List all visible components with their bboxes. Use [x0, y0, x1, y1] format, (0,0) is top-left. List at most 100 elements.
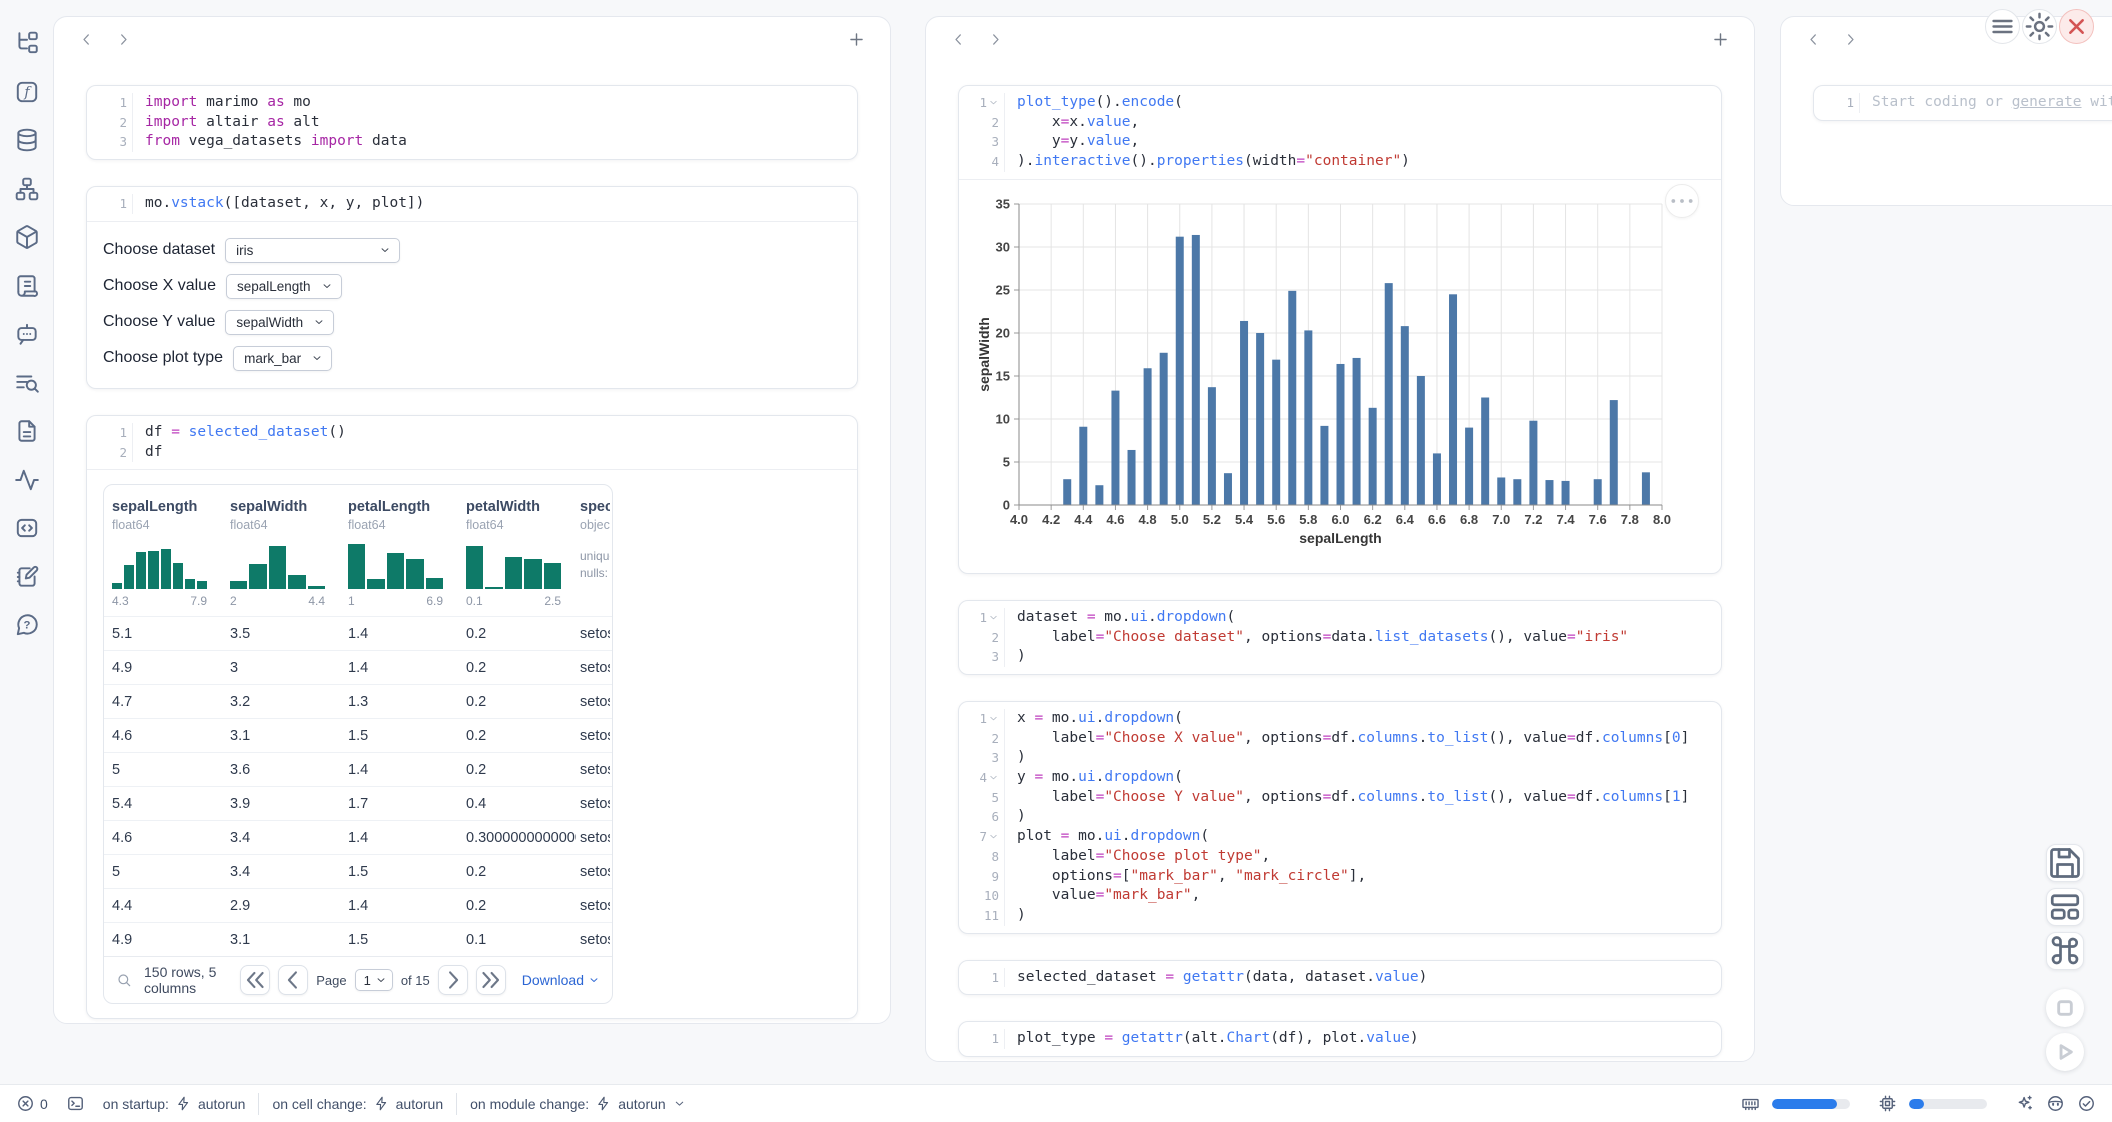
table-row[interactable]: 4.93.11.50.1setosa	[104, 922, 612, 956]
layout-icon[interactable]	[2046, 888, 2084, 926]
code-square-icon[interactable]	[14, 515, 40, 541]
last-page-button[interactable]	[476, 965, 506, 995]
autorun-settings: on startup:autorun on cell change:autorun…	[103, 1093, 686, 1115]
memory-icon	[1741, 1094, 1760, 1113]
stop-icon[interactable]	[2046, 989, 2084, 1027]
fold-chevron-icon[interactable]	[988, 831, 999, 842]
table-column-header[interactable]: petalLengthfloat6416.9	[340, 499, 458, 608]
chevron-left-icon[interactable]	[1805, 31, 1822, 48]
chevron-right-icon[interactable]	[115, 31, 132, 48]
table-row[interactable]: 4.63.41.40.3000000000000004setosa	[104, 820, 612, 854]
zap-icon	[176, 1096, 191, 1111]
table-row[interactable]: 4.73.21.30.2setosa	[104, 684, 612, 718]
fold-chevron-icon[interactable]	[988, 612, 999, 623]
dropdown-select[interactable]: mark_bar	[233, 346, 332, 371]
code-editor[interactable]: 1 Start coding or generate with AI.	[1814, 86, 2112, 120]
histogram-bar	[367, 579, 384, 589]
dropdown-select[interactable]: sepalLength	[226, 274, 342, 299]
activity-icon[interactable]	[14, 467, 40, 493]
connection-status-icon[interactable]	[2077, 1094, 2096, 1113]
column-histogram	[112, 541, 207, 589]
table-row[interactable]: 53.41.50.2setosa	[104, 854, 612, 888]
table-cell: setosa	[576, 932, 610, 948]
table-row[interactable]: 5.43.91.70.4setosa	[104, 786, 612, 820]
table-column-header[interactable]: sepalWidthfloat6424.4	[222, 499, 340, 608]
scroll-icon[interactable]	[14, 273, 40, 299]
chart-menu-icon[interactable]	[1665, 184, 1699, 218]
altair-bar-chart[interactable]: 4.04.24.44.64.85.05.25.45.65.86.06.26.46…	[967, 192, 1721, 565]
code-editor[interactable]: 1dataset = mo.ui.dropdown(2 label="Choos…	[959, 601, 1721, 674]
code-editor[interactable]: 1plot_type().encode(2 x=x.value,3 y=y.va…	[959, 86, 1721, 179]
table-cell: 5	[104, 762, 222, 778]
first-page-button[interactable]	[240, 965, 270, 995]
histogram-bar	[230, 581, 247, 589]
fold-chevron-icon[interactable]	[988, 97, 999, 108]
notebook-pen-icon[interactable]	[14, 564, 40, 590]
file-text-icon[interactable]	[14, 418, 40, 444]
close-icon[interactable]	[2059, 9, 2094, 44]
errors-icon[interactable]	[16, 1094, 35, 1113]
code-editor[interactable]: 1import marimo as mo2import altair as al…	[87, 86, 857, 159]
code-text: value="mark_bar",	[1005, 886, 1200, 906]
histogram-bar	[161, 549, 171, 589]
help-icon[interactable]: ?	[14, 612, 40, 638]
prev-page-button[interactable]	[278, 965, 308, 995]
page-select[interactable]: 1	[355, 969, 393, 991]
code-text: from vega_datasets import data	[133, 132, 407, 152]
gear-icon[interactable]	[2022, 9, 2057, 44]
fold-chevron-icon[interactable]	[988, 772, 999, 783]
chevron-right-icon[interactable]	[1842, 31, 1859, 48]
autorun-setting[interactable]: on module change:autorun	[470, 1096, 686, 1112]
code-editor[interactable]: 1x = mo.ui.dropdown(2 label="Choose X va…	[959, 702, 1721, 933]
code-editor[interactable]: 1selected_dataset = getattr(data, datase…	[959, 961, 1721, 995]
terminal-icon[interactable]	[66, 1094, 85, 1113]
code-cell-vstack: 1mo.vstack([dataset, x, y, plot]) Choose…	[86, 186, 858, 389]
database-icon[interactable]	[14, 127, 40, 153]
package-icon[interactable]	[14, 224, 40, 250]
code-editor[interactable]: 1df = selected_dataset()2df	[87, 416, 857, 469]
run-icon[interactable]	[2046, 1033, 2084, 1071]
chevron-left-icon[interactable]	[78, 31, 95, 48]
search-icon[interactable]	[116, 972, 132, 988]
sparkles-icon[interactable]	[2015, 1094, 2034, 1113]
histogram-bar	[173, 563, 183, 589]
chevron-right-icon[interactable]	[987, 31, 1004, 48]
table-row[interactable]: 53.61.40.2setosa	[104, 752, 612, 786]
code-editor[interactable]: 1plot_type = getattr(alt.Chart(df), plot…	[959, 1022, 1721, 1056]
ai-placeholder[interactable]: Start coding or generate with AI.	[1860, 93, 2112, 113]
column-2-header	[926, 17, 1754, 61]
bot-icon[interactable]	[14, 321, 40, 347]
copilot-icon[interactable]	[2046, 1094, 2065, 1113]
table-row[interactable]: 4.931.40.2setosa	[104, 650, 612, 684]
table-row[interactable]: 5.13.51.40.2setosa	[104, 616, 612, 650]
generate-link[interactable]: generate	[2012, 94, 2082, 110]
autorun-label: on startup:	[103, 1096, 169, 1112]
table-row[interactable]: 4.42.91.40.2setosa	[104, 888, 612, 922]
chevron-left-icon[interactable]	[950, 31, 967, 48]
dropdown-select[interactable]: sepalWidth	[225, 310, 334, 335]
code-editor[interactable]: 1mo.vstack([dataset, x, y, plot])	[87, 187, 857, 221]
fold-chevron-icon[interactable]	[988, 713, 999, 724]
list-search-icon[interactable]	[14, 370, 40, 396]
download-button[interactable]: Download	[522, 972, 600, 988]
dropdown-select[interactable]: iris	[225, 238, 400, 263]
table-column-header[interactable]: speciesobjectunique:nulls:	[576, 499, 610, 608]
table-cell: 0.3000000000000004	[458, 830, 576, 846]
menu-icon[interactable]	[1985, 9, 2020, 44]
table-cell: setosa	[576, 762, 610, 778]
file-tree-icon[interactable]	[14, 30, 40, 56]
table-row[interactable]: 4.63.11.50.2setosa	[104, 718, 612, 752]
plus-icon[interactable]	[1711, 30, 1730, 49]
svg-text:5.6: 5.6	[1267, 512, 1285, 527]
function-square-icon[interactable]: f	[14, 79, 40, 105]
next-page-button[interactable]	[438, 965, 468, 995]
plus-icon[interactable]	[847, 30, 866, 49]
command-palette-icon[interactable]	[2046, 932, 2084, 970]
table-column-header[interactable]: sepalLengthfloat644.37.9	[104, 499, 222, 608]
workflow-icon[interactable]	[14, 176, 40, 202]
table-header-row: sepalLengthfloat644.37.9sepalWidthfloat6…	[104, 485, 612, 616]
autorun-setting[interactable]: on startup:autorun	[103, 1096, 246, 1112]
autorun-setting[interactable]: on cell change:autorun	[272, 1096, 443, 1112]
table-column-header[interactable]: petalWidthfloat640.12.5	[458, 499, 576, 608]
save-icon[interactable]	[2046, 844, 2084, 882]
